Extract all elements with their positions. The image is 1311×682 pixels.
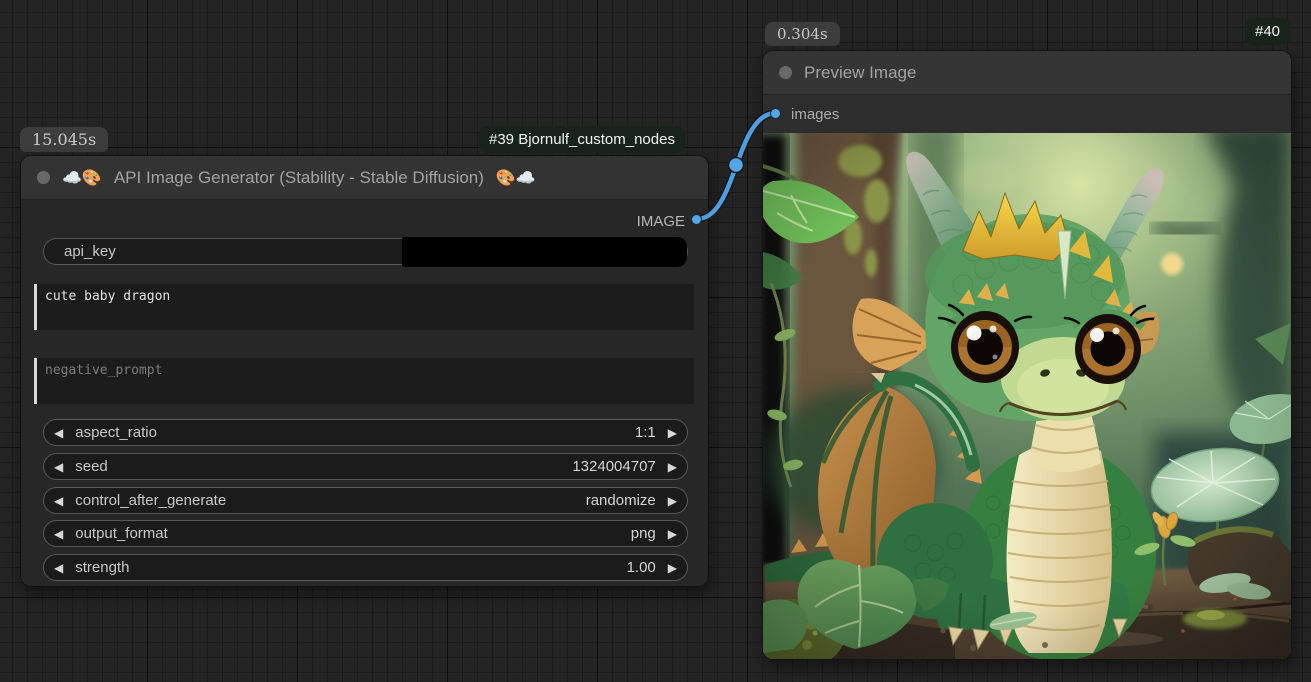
increment-arrow-icon[interactable]: ▶ bbox=[668, 495, 677, 507]
increment-arrow-icon[interactable]: ▶ bbox=[668, 562, 677, 574]
decrement-arrow-icon[interactable]: ◀ bbox=[54, 562, 63, 574]
increment-arrow-icon[interactable]: ▶ bbox=[668, 427, 677, 439]
preview-image-node[interactable]: Preview Image images bbox=[762, 50, 1292, 660]
widget-label: strength bbox=[75, 559, 129, 576]
widget-aspect-ratio[interactable]: ◀ aspect_ratio 1:1 ▶ bbox=[43, 419, 688, 446]
decrement-arrow-icon[interactable]: ◀ bbox=[54, 495, 63, 507]
image-output-label: IMAGE bbox=[637, 213, 685, 230]
widget-value: png bbox=[631, 525, 656, 542]
api-key-field[interactable]: api_key bbox=[43, 238, 688, 265]
node-title-bar[interactable]: ☁️🎨 API Image Generator (Stability - Sta… bbox=[21, 156, 708, 200]
decrement-arrow-icon[interactable]: ◀ bbox=[54, 427, 63, 439]
node-id-badge: #39 Bjornulf_custom_nodes bbox=[479, 126, 685, 153]
prompt-textarea[interactable]: cute baby dragon bbox=[34, 284, 694, 330]
node-title-bar[interactable]: Preview Image bbox=[763, 51, 1291, 95]
image-output-port[interactable] bbox=[691, 214, 702, 225]
node-id-badge: #40 bbox=[1245, 18, 1290, 45]
widget-value: 1324004707 bbox=[572, 458, 655, 475]
decrement-arrow-icon[interactable]: ◀ bbox=[54, 528, 63, 540]
images-input-slot: images bbox=[791, 95, 839, 133]
execution-time-badge: 15.045s bbox=[20, 127, 108, 152]
cloud-palette-icon: ☁️🎨 bbox=[62, 168, 102, 188]
widget-value: 1:1 bbox=[635, 424, 656, 441]
images-input-label: images bbox=[791, 106, 839, 123]
image-output-slot: IMAGE bbox=[637, 208, 685, 234]
images-input-port[interactable] bbox=[770, 108, 781, 119]
increment-arrow-icon[interactable]: ▶ bbox=[668, 461, 677, 473]
widget-label: seed bbox=[75, 458, 108, 475]
widget-output-format[interactable]: ◀ output_format png ▶ bbox=[43, 520, 688, 547]
api-key-redacted-value bbox=[402, 237, 687, 267]
node-title: Preview Image bbox=[804, 63, 916, 83]
collapse-dot-icon[interactable] bbox=[37, 171, 50, 184]
widget-seed[interactable]: ◀ seed 1324004707 ▶ bbox=[43, 453, 688, 480]
execution-time-badge: 0.304s bbox=[765, 22, 840, 46]
widget-value: 1.00 bbox=[627, 559, 656, 576]
palette-cloud-icon: 🎨☁️ bbox=[496, 168, 536, 188]
widget-strength[interactable]: ◀ strength 1.00 ▶ bbox=[43, 554, 688, 581]
link-midpoint-dot[interactable] bbox=[729, 158, 744, 173]
widget-label: aspect_ratio bbox=[75, 424, 157, 441]
widget-label: output_format bbox=[75, 525, 168, 542]
collapse-dot-icon[interactable] bbox=[779, 66, 792, 79]
api-image-generator-node[interactable]: ☁️🎨 API Image Generator (Stability - Sta… bbox=[20, 155, 709, 587]
widget-value: randomize bbox=[586, 492, 656, 509]
decrement-arrow-icon[interactable]: ◀ bbox=[54, 461, 63, 473]
widget-control-after-generate[interactable]: ◀ control_after_generate randomize ▶ bbox=[43, 487, 688, 514]
node-title: API Image Generator (Stability - Stable … bbox=[114, 168, 484, 188]
vignette-overlay bbox=[763, 133, 1291, 659]
api-key-label: api_key bbox=[64, 243, 116, 260]
increment-arrow-icon[interactable]: ▶ bbox=[668, 528, 677, 540]
negative-prompt-textarea[interactable]: negative_prompt bbox=[34, 358, 694, 404]
preview-image bbox=[763, 133, 1291, 659]
widget-label: control_after_generate bbox=[75, 492, 226, 509]
node-graph-canvas[interactable]: 15.045s #39 Bjornulf_custom_nodes ☁️🎨 AP… bbox=[0, 0, 1311, 682]
